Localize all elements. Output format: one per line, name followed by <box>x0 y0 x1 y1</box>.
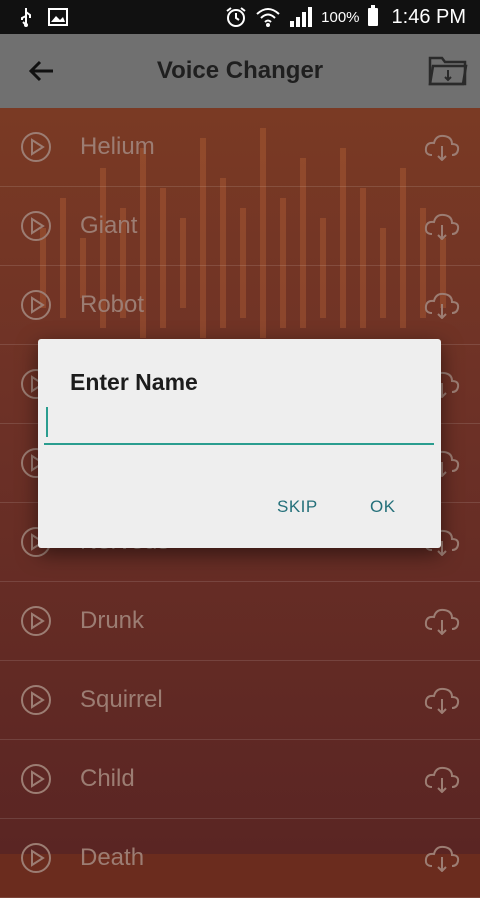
skip-button[interactable]: SKIP <box>267 491 328 523</box>
status-bar: 100% 1:46 PM <box>0 0 480 34</box>
cloud-download-icon[interactable] <box>424 291 460 319</box>
image-icon <box>48 8 68 26</box>
cloud-download-icon[interactable] <box>424 765 460 793</box>
play-circle-icon[interactable] <box>20 210 52 242</box>
list-item[interactable]: Robot <box>0 266 480 345</box>
list-item-label: Child <box>80 765 135 792</box>
list-item[interactable]: Death <box>0 819 480 898</box>
list-item[interactable]: Drunk <box>0 582 480 661</box>
cloud-download-icon[interactable] <box>424 686 460 714</box>
list-item[interactable]: Child <box>0 740 480 819</box>
list-item-label: Helium <box>80 133 155 160</box>
play-circle-icon[interactable] <box>20 842 52 874</box>
list-item-label: Giant <box>80 212 138 239</box>
enter-name-dialog: Enter Name SKIP OK <box>38 339 441 548</box>
folder-icon[interactable] <box>428 52 468 88</box>
list-item[interactable]: Squirrel <box>0 661 480 740</box>
dialog-title: Enter Name <box>70 369 198 395</box>
play-circle-icon[interactable] <box>20 684 52 716</box>
list-item-label: Squirrel <box>80 686 163 713</box>
cloud-download-icon[interactable] <box>424 212 460 240</box>
play-circle-icon[interactable] <box>20 289 52 321</box>
signal-icon <box>290 7 313 27</box>
play-circle-icon[interactable] <box>20 605 52 637</box>
text-cursor <box>46 407 48 437</box>
ok-button[interactable]: OK <box>360 491 406 523</box>
app-bar: Voice Changer <box>0 34 480 108</box>
cloud-download-icon[interactable] <box>424 607 460 635</box>
clock: 1:46 PM <box>391 5 466 28</box>
list-item[interactable]: Giant <box>0 187 480 266</box>
cloud-download-icon[interactable] <box>424 844 460 872</box>
list-item-label: Robot <box>80 291 145 318</box>
alarm-icon <box>226 7 246 27</box>
battery-percent: 100% <box>321 8 360 26</box>
wifi-icon <box>256 8 280 27</box>
list-item-label: Death <box>80 844 145 871</box>
name-input[interactable] <box>44 401 434 445</box>
cloud-download-icon[interactable] <box>424 133 460 161</box>
list-item-label: Drunk <box>80 607 145 634</box>
battery-icon <box>367 5 378 26</box>
page-title: Voice Changer <box>156 57 324 84</box>
list-item[interactable]: Helium <box>0 108 480 187</box>
usb-icon <box>21 8 31 27</box>
play-circle-icon[interactable] <box>20 763 52 795</box>
play-circle-icon[interactable] <box>20 131 52 163</box>
